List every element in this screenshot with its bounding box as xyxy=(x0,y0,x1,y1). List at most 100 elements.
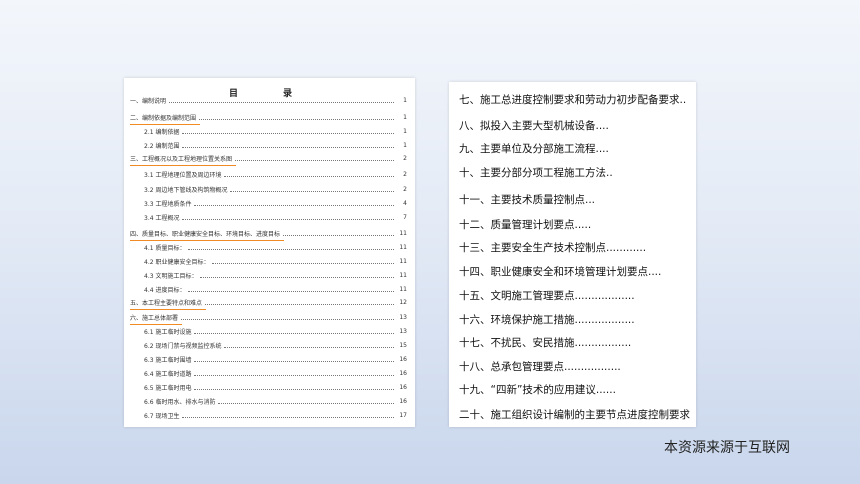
toc-list-item: 十三、主要安全生产技术控制点............ xyxy=(459,242,647,254)
toc-entry-label: 6.4 施工临时道路 xyxy=(144,371,192,378)
dot-leader xyxy=(224,347,394,348)
toc-row: 五、本工程主要特点和难点 12 xyxy=(130,296,407,310)
toc-entry-label: 6.7 现场卫生 xyxy=(144,413,180,420)
toc-row: 六、施工总体部署 13 xyxy=(130,311,407,325)
toc-list-item: 十五、文明施工管理要点.................. xyxy=(459,290,635,302)
dot-leader xyxy=(230,191,394,192)
dot-leader xyxy=(200,277,394,278)
toc-entry-label: 二、编制依据及编制范围 xyxy=(130,115,201,125)
toc-entry-label: 3.1 工程地理位置及周边环境 xyxy=(144,172,222,179)
toc-entry-label: 五、本工程主要特点和难点 xyxy=(130,300,207,310)
toc-row: 3.1 工程地理位置及周边环境 2 xyxy=(144,168,407,181)
dot-leader xyxy=(205,304,394,305)
toc-entry-label: 6.1 施工临时设施 xyxy=(144,329,192,336)
dot-leader xyxy=(194,375,394,376)
dot-leader xyxy=(182,133,394,134)
toc-row: 6.5 施工临时用电 16 xyxy=(144,381,407,394)
toc-entry-page: 2 xyxy=(403,186,407,193)
dot-leader xyxy=(188,249,394,250)
toc-entry-page: 1 xyxy=(403,142,407,149)
toc-entry-label: 一、编制说明 xyxy=(130,98,167,105)
toc-entry-page: 16 xyxy=(399,370,407,377)
toc-entry-page: 13 xyxy=(399,314,407,321)
toc-list-item: 九、主要单位及分部施工流程.... xyxy=(459,143,609,155)
toc-entry-page: 2 xyxy=(403,155,407,162)
toc-row: 4.2 职业健康安全目标： 11 xyxy=(144,255,407,268)
dot-leader xyxy=(194,361,394,362)
toc-entry-label: 6.3 施工临时围墙 xyxy=(144,357,192,364)
dot-leader xyxy=(199,119,394,120)
toc-list-item: 七、施工总进度控制要求和劳动力初步配备要求.. xyxy=(459,94,687,106)
dot-leader xyxy=(194,389,394,390)
toc-entry-page: 2 xyxy=(403,171,407,178)
toc-entry-label: 2.1 编制依据 xyxy=(144,129,180,136)
toc-entry-page: 16 xyxy=(399,384,407,391)
toc-entry-page: 1 xyxy=(403,128,407,135)
toc-entry-label: 3.4 工程概况 xyxy=(144,215,180,222)
toc-entry-label: 4.4 进度目标： xyxy=(144,287,186,294)
toc-entry-label: 4.2 职业健康安全目标： xyxy=(144,259,210,266)
toc-list-item: 十七、不扰民、安民措施................. xyxy=(459,337,632,349)
toc-entry-page: 13 xyxy=(399,328,407,335)
toc-entry-page: 1 xyxy=(403,97,407,104)
toc-entry-label: 6.2 现场门禁与视频监控系统 xyxy=(144,343,222,350)
toc-row: 二、编制依据及编制范围 1 xyxy=(130,111,407,125)
toc-entry-label: 6.5 施工临时用电 xyxy=(144,385,192,392)
toc-list-item: 十一、主要技术质量控制点... xyxy=(459,194,596,206)
dot-leader xyxy=(182,417,394,418)
toc-entry-label: 3.3 工程地质条件 xyxy=(144,201,192,208)
toc-entry-label: 三、工程概况以及工程地理位置关系图 xyxy=(130,156,237,166)
toc-entry-page: 11 xyxy=(399,244,407,251)
toc-row: 6.1 施工临时设施 13 xyxy=(144,325,407,338)
toc-entry-page: 11 xyxy=(399,272,407,279)
dot-leader xyxy=(188,291,394,292)
toc-list-item: 十九、“四新”技术的应用建议...... xyxy=(459,384,616,396)
toc-list-item: 二十、施工组织设计编制的主要节点进度控制要求 xyxy=(459,409,690,421)
toc-entry-page: 12 xyxy=(399,299,407,306)
toc-list-item: 八、拟投入主要大型机械设备.... xyxy=(459,120,609,132)
toc-entry-page: 17 xyxy=(399,412,407,419)
dot-leader xyxy=(182,219,394,220)
dot-leader xyxy=(212,263,394,264)
dot-leader xyxy=(218,403,394,404)
toc-image-left: 目 录 一、编制说明 1 二、编制依据及编制范围 1 2.1 编制依据 1 2.2 编制范围… xyxy=(124,78,415,427)
toc-row: 3.4 工程概况 7 xyxy=(144,211,407,224)
dot-leader xyxy=(169,102,394,103)
toc-entry-label: 6.6 临时用水、排水与消防 xyxy=(144,399,216,406)
toc-entry-label: 4.3 文明施工目标： xyxy=(144,273,198,280)
dot-leader xyxy=(224,176,394,177)
dot-leader xyxy=(235,160,394,161)
toc-entry-label: 六、施工总体部署 xyxy=(130,315,183,325)
toc-row: 2.1 编制依据 1 xyxy=(144,125,407,138)
toc-row: 4.4 进度目标： 11 xyxy=(144,283,407,296)
toc-row: 6.7 现场卫生 17 xyxy=(144,409,407,422)
toc-list-item: 十四、职业健康安全和环境管理计划要点.... xyxy=(459,266,662,278)
toc-entry-page: 4 xyxy=(403,200,407,207)
toc-entry-page: 11 xyxy=(399,230,407,237)
toc-entry-label: 3.2 周边地下管线及构筑物概况 xyxy=(144,187,228,194)
toc-row: 3.2 周边地下管线及构筑物概况 2 xyxy=(144,183,407,196)
dot-leader xyxy=(182,147,394,148)
toc-entry-page: 15 xyxy=(399,342,407,349)
dot-leader xyxy=(194,205,394,206)
toc-entry-page: 16 xyxy=(399,356,407,363)
toc-list-item: 十、主要分部分项工程施工方法.. xyxy=(459,167,613,179)
toc-entry-page: 11 xyxy=(399,258,407,265)
toc-row: 三、工程概况以及工程地理位置关系图 2 xyxy=(130,152,407,166)
toc-entry-label: 2.2 编制范围 xyxy=(144,143,180,150)
dot-leader xyxy=(283,235,394,236)
toc-list-item: 十二、质量管理计划要点..... xyxy=(459,219,592,231)
dot-leader xyxy=(181,319,394,320)
toc-image-right: 七、施工总进度控制要求和劳动力初步配备要求.. 八、拟投入主要大型机械设备....… xyxy=(449,82,696,427)
toc-row: 四、质量目标、职业健康安全目标、环境目标、进度目标 11 xyxy=(130,227,407,241)
toc-row: 3.3 工程地质条件 4 xyxy=(144,197,407,210)
toc-list-item: 十六、环境保护施工措施.................. xyxy=(459,314,635,326)
toc-entry-label: 四、质量目标、职业健康安全目标、环境目标、进度目标 xyxy=(130,231,285,241)
toc-row: 一、编制说明 1 xyxy=(130,94,407,107)
toc-row: 4.1 质量目标： 11 xyxy=(144,241,407,254)
toc-row: 6.4 施工临时道路 16 xyxy=(144,367,407,380)
dot-leader xyxy=(194,333,394,334)
toc-entry-page: 11 xyxy=(399,286,407,293)
toc-row: 6.3 施工临时围墙 16 xyxy=(144,353,407,366)
toc-row: 4.3 文明施工目标： 11 xyxy=(144,269,407,282)
